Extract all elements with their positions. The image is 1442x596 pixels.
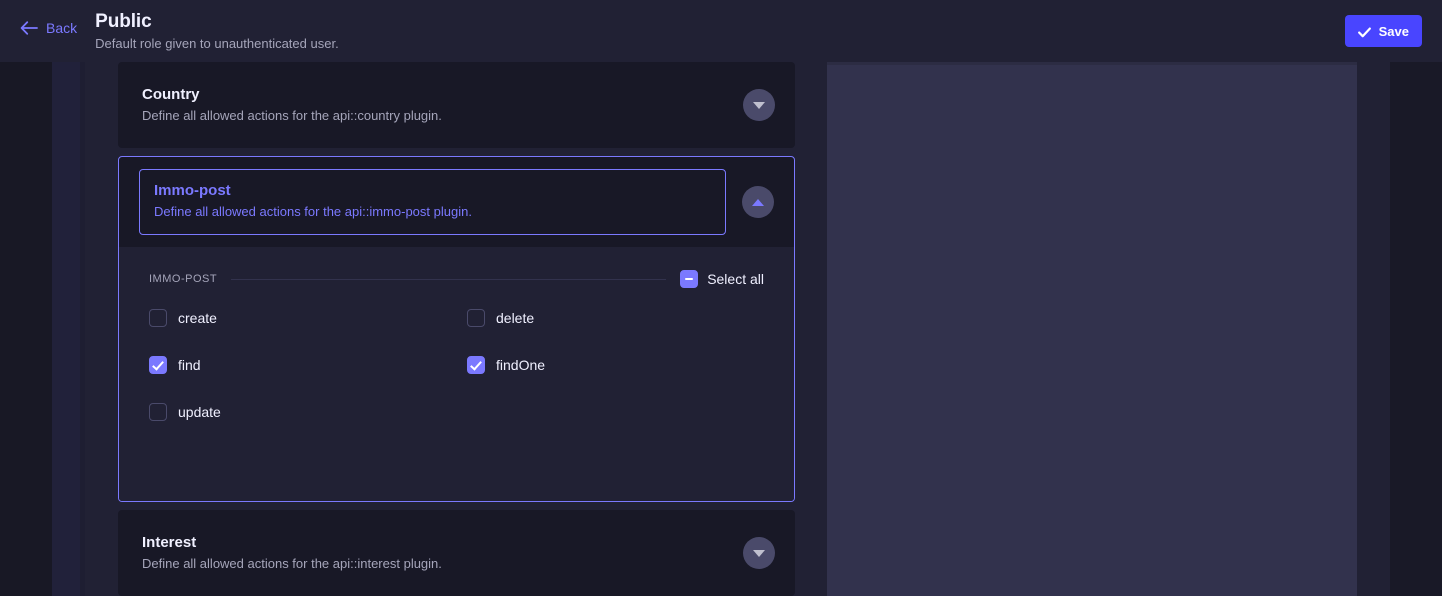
app-root: Back Public Default role given to unauth… <box>0 0 1442 596</box>
permission-card-immo-post: Immo-post Define all allowed actions for… <box>118 156 795 502</box>
permission-item-find[interactable]: find <box>149 356 467 374</box>
arrow-left-icon <box>20 21 38 35</box>
card-title-country: Country <box>142 86 200 103</box>
right-panel-top-edge <box>827 62 1357 65</box>
card-header-country[interactable]: Country Define all allowed actions for t… <box>118 62 795 148</box>
legend-divider <box>231 278 667 280</box>
page-title: Public <box>95 11 152 32</box>
expand-toggle-country[interactable] <box>743 89 775 121</box>
permissions-legend-row: IMMO-POST Select all <box>149 269 764 289</box>
back-label: Back <box>46 20 78 36</box>
card-header-immo-post[interactable]: Immo-post Define all allowed actions for… <box>119 157 794 247</box>
back-link[interactable]: Back <box>20 21 77 35</box>
permissions-legend-label: IMMO-POST <box>149 273 218 285</box>
permission-label-create: create <box>178 310 217 326</box>
permission-card-country: Country Define all allowed actions for t… <box>118 62 795 148</box>
card-title-immo-post: Immo-post <box>154 182 231 199</box>
card-description-country: Define all allowed actions for the api::… <box>142 108 442 123</box>
page-subtitle: Default role given to unauthenticated us… <box>95 36 339 51</box>
permission-label-delete: delete <box>496 310 535 326</box>
header-titles: Public Default role given to unauthentic… <box>95 11 339 53</box>
permission-item-findone[interactable]: findOne <box>467 356 764 374</box>
chevron-down-icon <box>753 549 765 557</box>
permission-label-findone: findOne <box>496 357 546 373</box>
permission-label-find: find <box>178 357 201 373</box>
select-all-label: Select all <box>707 271 764 287</box>
checkbox-findone[interactable] <box>467 356 485 374</box>
select-all-checkbox[interactable] <box>680 270 699 288</box>
expand-toggle-interest[interactable] <box>743 537 775 569</box>
chevron-down-icon <box>753 101 765 109</box>
card-title-interest: Interest <box>142 534 197 551</box>
check-icon <box>1357 26 1371 37</box>
collapse-toggle-immo-post[interactable] <box>742 186 774 218</box>
background-band-tail <box>1390 62 1442 596</box>
background-band-far-left <box>0 62 52 596</box>
permission-label-update: update <box>178 404 221 420</box>
card-header-interest[interactable]: Interest Define all allowed actions for … <box>118 510 795 596</box>
checkbox-delete[interactable] <box>467 309 485 327</box>
permission-item-update[interactable]: update <box>149 403 467 421</box>
background-band-nav <box>52 62 80 596</box>
permission-item-delete[interactable]: delete <box>467 309 764 327</box>
permission-checkbox-grid: create delete find findOne update <box>149 309 764 421</box>
permissions-list: Country Define all allowed actions for t… <box>118 62 795 596</box>
save-button[interactable]: Save <box>1344 15 1422 47</box>
permissions-body-immo-post: IMMO-POST Select all create delete find … <box>119 247 794 501</box>
permission-card-interest: Interest Define all allowed actions for … <box>118 510 795 596</box>
checkbox-find[interactable] <box>149 356 167 374</box>
page-header: Back Public Default role given to unauth… <box>0 0 1442 62</box>
checkbox-create[interactable] <box>149 309 167 327</box>
card-description-interest: Define all allowed actions for the api::… <box>142 556 442 571</box>
checkbox-update[interactable] <box>149 403 167 421</box>
card-description-immo-post: Define all allowed actions for the api::… <box>154 204 472 219</box>
chevron-up-icon <box>752 198 764 206</box>
card-titles-country: Country Define all allowed actions for t… <box>142 85 743 125</box>
card-titles-interest: Interest Define all allowed actions for … <box>142 533 743 573</box>
card-header-focus-ring[interactable]: Immo-post Define all allowed actions for… <box>139 169 726 235</box>
save-label: Save <box>1378 23 1409 39</box>
permission-item-create[interactable]: create <box>149 309 467 327</box>
select-all-control[interactable]: Select all <box>680 270 764 288</box>
background-band-right-edge <box>1357 62 1390 596</box>
right-panel <box>827 62 1357 596</box>
